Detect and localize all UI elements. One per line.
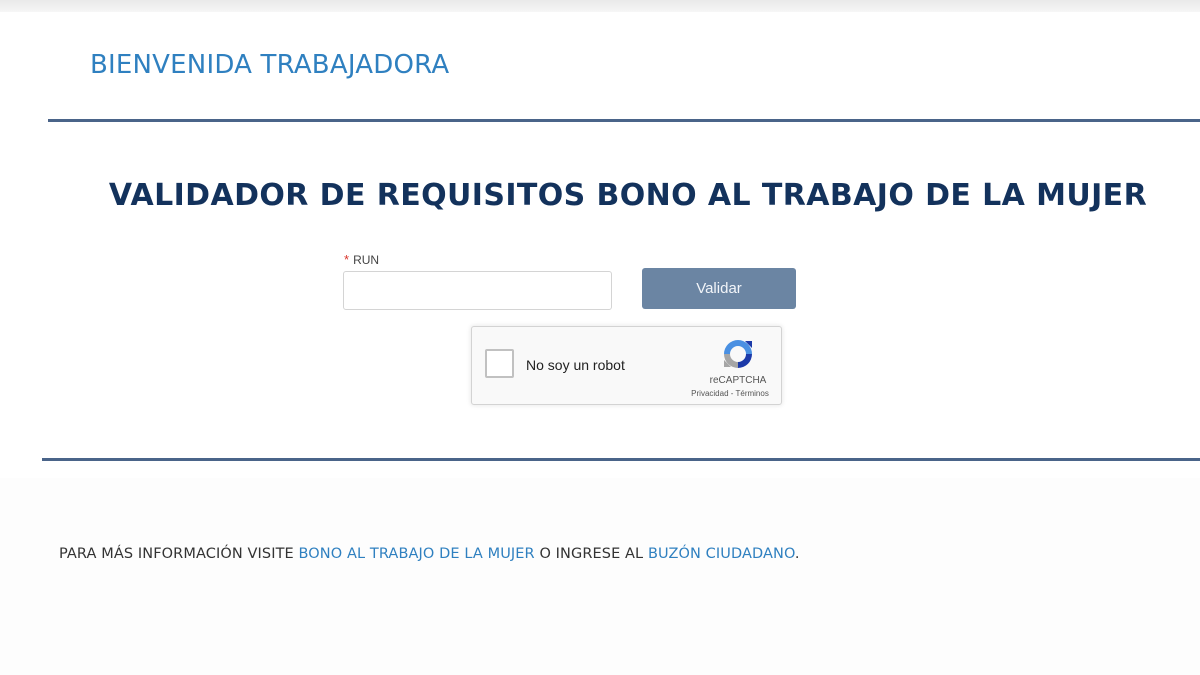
page-title: VALIDADOR DE REQUISITOS BONO AL TRABAJO …	[108, 178, 1148, 213]
footer-prefix: PARA MÁS INFORMACIÓN VISITE	[59, 546, 299, 562]
run-field-label: * RUN	[344, 252, 379, 267]
recaptcha-label: No soy un robot	[526, 357, 625, 373]
footer-suffix: .	[794, 546, 800, 562]
bono-link[interactable]: BONO AL TRABAJO DE LA MUJER	[299, 546, 535, 562]
recaptcha-brand: reCAPTCHA	[709, 375, 767, 386]
top-divider	[48, 119, 1200, 122]
recaptcha-privacy-terms[interactable]: Privacidad - Términos	[678, 389, 782, 398]
browser-top-bar	[0, 0, 1200, 12]
main-panel	[0, 12, 1200, 478]
validate-button[interactable]: Validar	[642, 268, 796, 309]
run-input[interactable]	[343, 271, 612, 310]
footer-info: PARA MÁS INFORMACIÓN VISITE BONO AL TRAB…	[59, 546, 800, 562]
recaptcha-widget: No soy un robot reCAPTCHA Privacidad - T…	[471, 326, 782, 405]
buzon-link[interactable]: BUZÓN CIUDADANO	[648, 546, 795, 562]
required-mark: *	[344, 252, 350, 267]
recaptcha-logo-icon	[724, 340, 752, 368]
recaptcha-checkbox[interactable]	[485, 349, 514, 378]
bottom-divider	[42, 458, 1200, 461]
run-label-text: RUN	[353, 253, 380, 267]
footer-middle: O INGRESE AL	[534, 546, 648, 562]
welcome-heading: BIENVENIDA TRABAJADORA	[90, 50, 450, 80]
